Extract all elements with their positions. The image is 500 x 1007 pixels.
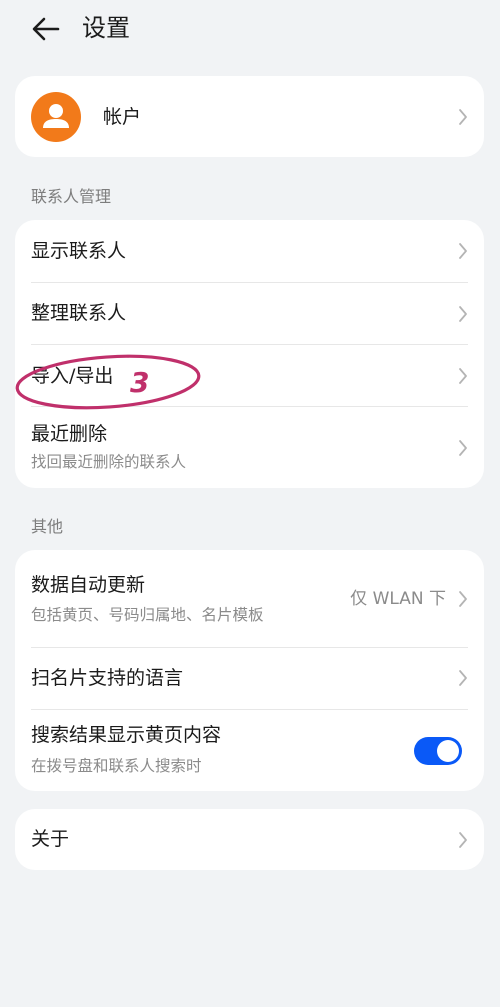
avatar	[31, 92, 81, 142]
row-label: 整理联系人	[31, 302, 127, 324]
row-show-contacts[interactable]: 显示联系人	[15, 220, 484, 282]
person-icon	[43, 104, 69, 128]
other-card: 数据自动更新 包括黄页、号码归属地、名片模板 仅 WLAN 下 扫名片支持的语言…	[15, 550, 484, 791]
row-sublabel: 包括黄页、号码归属地、名片模板	[31, 606, 264, 624]
about-card[interactable]: 关于	[15, 809, 484, 870]
row-organize-contacts[interactable]: 整理联系人	[15, 283, 484, 345]
contacts-card: 显示联系人 整理联系人 导入/导出 最近删除 找回最近删除的联系人	[15, 220, 484, 488]
row-label: 数据自动更新	[31, 574, 146, 596]
row-card-scan-languages[interactable]: 扫名片支持的语言	[15, 648, 484, 709]
section-label-contacts: 联系人管理	[31, 187, 112, 206]
about-label: 关于	[31, 828, 70, 850]
chevron-right-icon	[459, 109, 467, 125]
settings-page: 设置 帐户 联系人管理 显示联系人 整理联系人 导入/导出 最近删除 找回最近删…	[0, 0, 500, 1007]
row-sublabel: 在拨号盘和联系人搜索时	[31, 757, 202, 775]
row-yellow-pages-search: 搜索结果显示黄页内容 在拨号盘和联系人搜索时	[15, 710, 484, 791]
row-label: 扫名片支持的语言	[31, 667, 184, 689]
section-label-other: 其他	[31, 517, 64, 536]
back-arrow-icon	[32, 17, 60, 41]
row-recently-deleted[interactable]: 最近删除 找回最近删除的联系人	[15, 407, 484, 488]
row-label: 显示联系人	[31, 240, 127, 262]
row-label: 导入/导出	[31, 365, 114, 387]
chevron-right-icon	[459, 368, 467, 384]
chevron-right-icon	[459, 670, 467, 686]
row-auto-update[interactable]: 数据自动更新 包括黄页、号码归属地、名片模板 仅 WLAN 下	[15, 550, 484, 646]
header: 设置	[0, 0, 500, 60]
back-button[interactable]	[28, 12, 64, 46]
account-label: 帐户	[103, 106, 142, 128]
account-card[interactable]: 帐户	[15, 76, 484, 157]
chevron-right-icon	[459, 243, 467, 259]
page-title: 设置	[82, 14, 130, 42]
chevron-right-icon	[459, 832, 467, 848]
row-sublabel: 找回最近删除的联系人	[31, 453, 187, 471]
auto-update-value: 仅 WLAN 下	[350, 589, 446, 609]
chevron-right-icon	[459, 591, 467, 607]
row-import-export[interactable]: 导入/导出	[15, 345, 484, 406]
row-label: 最近删除	[31, 423, 108, 445]
chevron-right-icon	[459, 306, 467, 322]
row-label: 搜索结果显示黄页内容	[31, 724, 222, 746]
chevron-right-icon	[459, 440, 467, 456]
toggle-knob	[437, 740, 459, 762]
yellow-pages-toggle[interactable]	[414, 737, 462, 765]
